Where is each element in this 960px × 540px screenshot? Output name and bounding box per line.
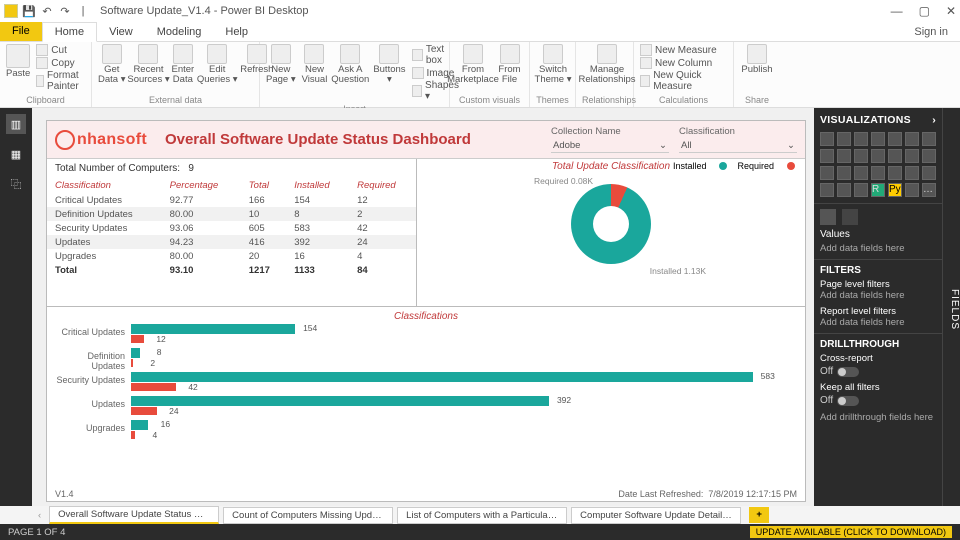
- from-file-button[interactable]: From File: [496, 44, 523, 85]
- cut-button[interactable]: Cut: [36, 44, 85, 56]
- edit-queries-button[interactable]: Edit Queries ▾: [200, 44, 234, 85]
- logo: nhansoft: [47, 130, 155, 150]
- buttons-button[interactable]: Buttons ▾: [373, 44, 405, 85]
- titlebar: 💾 ↶ ↷ | Software Update_V1.4 - Power BI …: [0, 0, 960, 22]
- report-view-icon[interactable]: ▥: [6, 114, 26, 134]
- redo-icon[interactable]: ↷: [58, 4, 72, 18]
- page-tab-3[interactable]: List of Computers with a Particular Soft…: [397, 507, 567, 524]
- save-icon[interactable]: 💾: [22, 4, 36, 18]
- app-icon: [4, 4, 18, 18]
- keep-filters-toggle[interactable]: Off: [820, 395, 936, 406]
- tab-help[interactable]: Help: [213, 23, 260, 41]
- chevron-down-icon: ⌄: [659, 140, 667, 151]
- fields-pane-collapsed[interactable]: FIELDS: [942, 108, 960, 506]
- data-view-icon[interactable]: ▦: [6, 144, 26, 164]
- minimize-button[interactable]: —: [891, 4, 903, 18]
- drillthrough-well[interactable]: Add drillthrough fields here: [820, 412, 936, 423]
- manage-relationships-button[interactable]: Manage Relationships: [582, 44, 632, 85]
- classification-filter[interactable]: Classification All⌄: [679, 126, 797, 153]
- donut-chart[interactable]: Required 0.08K Installed 1.13K: [546, 176, 676, 276]
- left-rail: ▥ ▦ ⿻: [0, 108, 32, 506]
- format-painter-button[interactable]: Format Painter: [36, 70, 85, 92]
- report-page: nhansoft Overall Software Update Status …: [46, 120, 806, 502]
- switch-theme-button[interactable]: Switch Theme ▾: [536, 44, 570, 85]
- model-view-icon[interactable]: ⿻: [6, 174, 26, 194]
- page-tabs: ‹ Overall Software Update Status Dashboa…: [0, 506, 960, 524]
- values-well[interactable]: Add data fields here: [820, 243, 936, 254]
- recent-sources-button[interactable]: Recent Sources ▾: [131, 44, 165, 85]
- report-filters-well[interactable]: Add data fields here: [820, 317, 936, 328]
- bar-chart[interactable]: Critical Updates15412Definition Updates8…: [55, 324, 797, 439]
- from-marketplace-button[interactable]: From Marketplace: [456, 44, 490, 85]
- viz-gallery[interactable]: RPy …: [814, 132, 942, 203]
- new-visual-button[interactable]: New Visual: [302, 44, 328, 85]
- new-column-button[interactable]: New Column: [640, 57, 727, 69]
- undo-icon[interactable]: ↶: [40, 4, 54, 18]
- window-title: Software Update_V1.4 - Power BI Desktop: [100, 5, 309, 17]
- legend: Installed Required: [673, 161, 795, 171]
- tab-modeling[interactable]: Modeling: [145, 23, 214, 41]
- format-tab-icon[interactable]: [842, 209, 858, 225]
- tab-home[interactable]: Home: [42, 22, 97, 42]
- publish-button[interactable]: Publish: [740, 44, 774, 75]
- page-tab-4[interactable]: Computer Software Update Details by Cla.…: [571, 507, 741, 524]
- group-clipboard-label: Clipboard: [6, 93, 85, 105]
- qat-divider: |: [76, 4, 90, 18]
- maximize-button[interactable]: ▢: [919, 4, 930, 18]
- close-button[interactable]: ✕: [946, 4, 956, 18]
- paste-button[interactable]: Paste: [6, 44, 30, 79]
- enter-data-button[interactable]: Enter Data: [171, 44, 194, 85]
- add-page-button[interactable]: +: [749, 507, 769, 523]
- page-tab-1[interactable]: Overall Software Update Status Dashboard: [49, 506, 219, 524]
- report-canvas[interactable]: nhansoft Overall Software Update Status …: [32, 108, 814, 506]
- page-tab-2[interactable]: Count of Computers Missing Updates by ..…: [223, 507, 393, 524]
- version-label: V1.4: [55, 489, 74, 499]
- chevron-down-icon: ⌄: [787, 140, 795, 151]
- visualizations-header[interactable]: VISUALIZATIONS›: [814, 108, 942, 132]
- copy-button[interactable]: Copy: [36, 57, 85, 69]
- tabs-nav-prev[interactable]: ‹: [38, 510, 41, 521]
- fields-tab-icon[interactable]: [820, 209, 836, 225]
- ribbon: Paste Cut Copy Format Painter Clipboard …: [0, 42, 960, 108]
- status-bar: PAGE 1 OF 4 UPDATE AVAILABLE (CLICK TO D…: [0, 524, 960, 540]
- menubar: File Home View Modeling Help Sign in: [0, 22, 960, 42]
- new-measure-button[interactable]: New Measure: [640, 44, 727, 56]
- chevron-right-icon: ›: [932, 114, 936, 126]
- ask-question-button[interactable]: Ask A Question: [333, 44, 367, 85]
- page-filters-well[interactable]: Add data fields here: [820, 290, 936, 301]
- file-menu[interactable]: File: [0, 22, 42, 41]
- gear-icon: [55, 130, 75, 150]
- new-quick-measure-button[interactable]: New Quick Measure: [640, 70, 727, 92]
- sign-in-button[interactable]: Sign in: [902, 23, 960, 41]
- right-panes: VISUALIZATIONS› RPy … Values Add data fi…: [814, 108, 942, 506]
- classification-table[interactable]: ClassificationPercentageTotalInstalledRe…: [47, 178, 416, 277]
- cross-report-toggle[interactable]: Off: [820, 366, 936, 377]
- page-counter: PAGE 1 OF 4: [8, 527, 65, 538]
- new-page-button[interactable]: New Page ▾: [266, 44, 296, 85]
- update-available-button[interactable]: UPDATE AVAILABLE (CLICK TO DOWNLOAD): [750, 526, 952, 538]
- tab-view[interactable]: View: [97, 23, 145, 41]
- collection-filter[interactable]: Collection Name Adobe⌄: [551, 126, 669, 153]
- report-title: Overall Software Update Status Dashboard: [165, 131, 471, 148]
- get-data-button[interactable]: Get Data ▾: [98, 44, 125, 85]
